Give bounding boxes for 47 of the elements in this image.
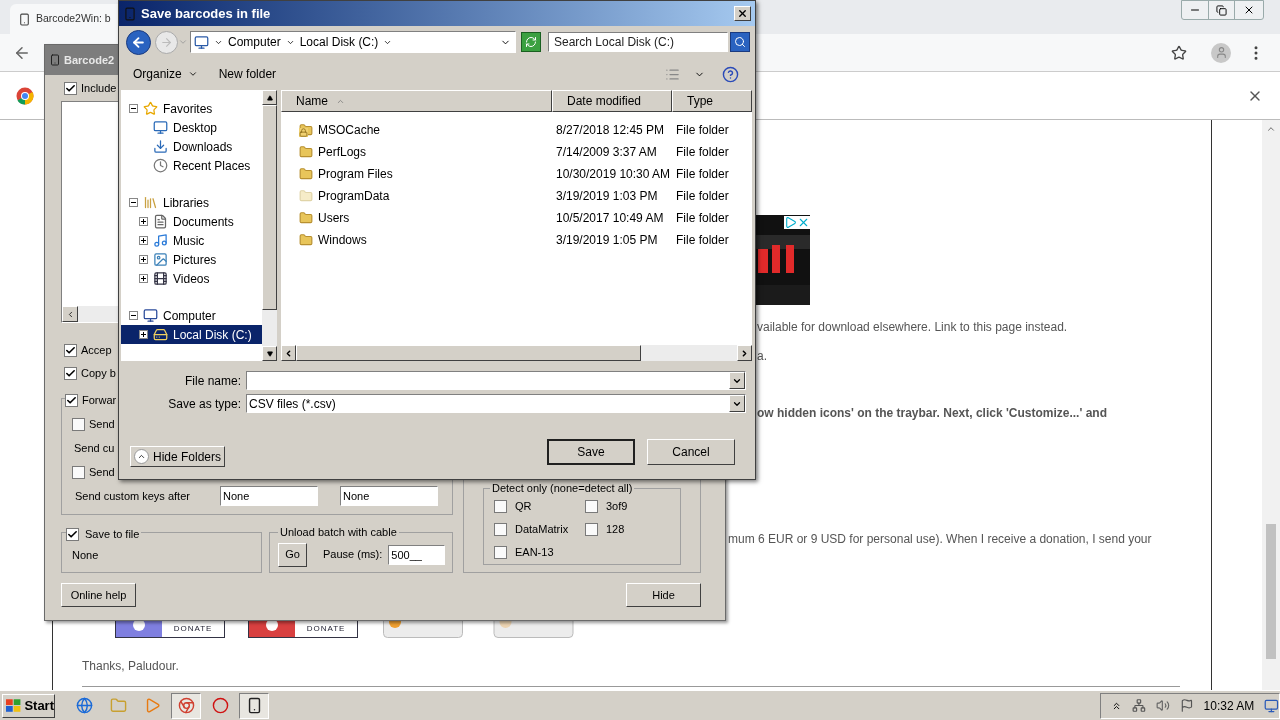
group-label: Detect only (none=detect all): [490, 482, 635, 495]
paragraph: ow hidden icons' on the traybar. Next, click 'Customize...' and: [757, 405, 1108, 421]
field-label: Save as type:: [167, 395, 241, 413]
field-label: File name:: [183, 372, 241, 390]
option-label: EAN-13: [515, 545, 554, 561]
dialog-title: Save barcodes in file: [141, 4, 272, 23]
option-label: Copy b: [81, 365, 116, 381]
option-label: Send cu: [74, 440, 115, 456]
paragraph: mum 6 EUR or 9 USD for personal use). When I receive a donation, I send your: [728, 531, 1153, 547]
file-date: 3/19/2019 1:05 PM: [555, 232, 659, 249]
option-label: DataMatrix: [515, 522, 569, 538]
closing-text: Thanks, Paludour.: [82, 658, 180, 674]
file-date: 8/27/2018 12:45 PM: [555, 122, 666, 139]
option-label: Send: [89, 464, 115, 480]
file-type: File folder: [675, 210, 729, 227]
option-label: 3of9: [606, 499, 628, 515]
file-name: Users: [318, 210, 350, 227]
group-label: Forwar: [82, 393, 117, 408]
file-path: None: [72, 549, 99, 561]
file-date: 7/14/2009 3:37 AM: [555, 144, 658, 161]
file-type: File folder: [675, 166, 729, 183]
file-date: 3/19/2019 1:03 PM: [555, 188, 659, 205]
pause-label: Pause (ms):: [323, 547, 383, 563]
paragraph: vailable for download elsewhere. Link to this page instead.: [757, 319, 1069, 335]
file-date: 10/5/2017 10:49 AM: [555, 210, 665, 227]
donate-label: DONATE: [305, 623, 347, 635]
paragraph: a.: [757, 348, 768, 364]
file-name: Windows: [318, 232, 367, 249]
file-type: File folder: [675, 144, 729, 161]
file-name: ProgramData: [318, 188, 390, 205]
option-label: Send custom keys after: [75, 488, 191, 504]
option-label: 128: [606, 522, 625, 538]
option-label: QR: [515, 499, 532, 515]
group-label: Save to file: [85, 527, 140, 542]
option-label: Send: [89, 416, 115, 432]
donate-label: DONATE: [172, 623, 214, 635]
file-type: File folder: [675, 232, 729, 249]
window-title: Barcode2: [64, 52, 115, 68]
file-name: MSOCache: [318, 122, 381, 139]
option-label: Include: [81, 80, 117, 96]
file-date: 10/30/2019 10:30 AM: [555, 166, 672, 183]
file-name: Program Files: [318, 166, 393, 183]
file-type: File folder: [675, 188, 729, 205]
option-label: Accep: [81, 342, 112, 358]
file-name: PerfLogs: [318, 144, 367, 161]
file-type: File folder: [675, 122, 729, 139]
tab-title: Barcode2Win: b: [36, 11, 111, 27]
